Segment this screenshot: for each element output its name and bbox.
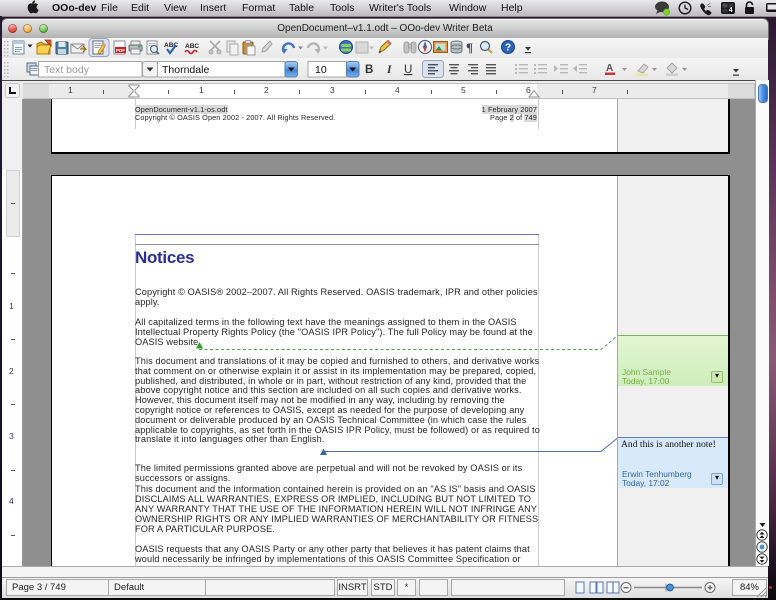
svg-text:I: I <box>386 64 392 76</box>
svg-text:PDF: PDF <box>116 48 125 53</box>
svg-text:¶: ¶ <box>466 40 473 55</box>
svg-text:Text body: Text body <box>44 64 90 76</box>
svg-text:10: 10 <box>315 64 327 76</box>
svg-text:A: A <box>606 63 613 74</box>
svg-text:Thorndale: Thorndale <box>162 64 209 76</box>
svg-text:U: U <box>404 64 412 76</box>
svg-text:?: ? <box>505 43 511 54</box>
svg-text:B: B <box>365 64 373 76</box>
svg-text:4: 4 <box>729 7 733 14</box>
svg-text:ABC: ABC <box>185 43 199 50</box>
